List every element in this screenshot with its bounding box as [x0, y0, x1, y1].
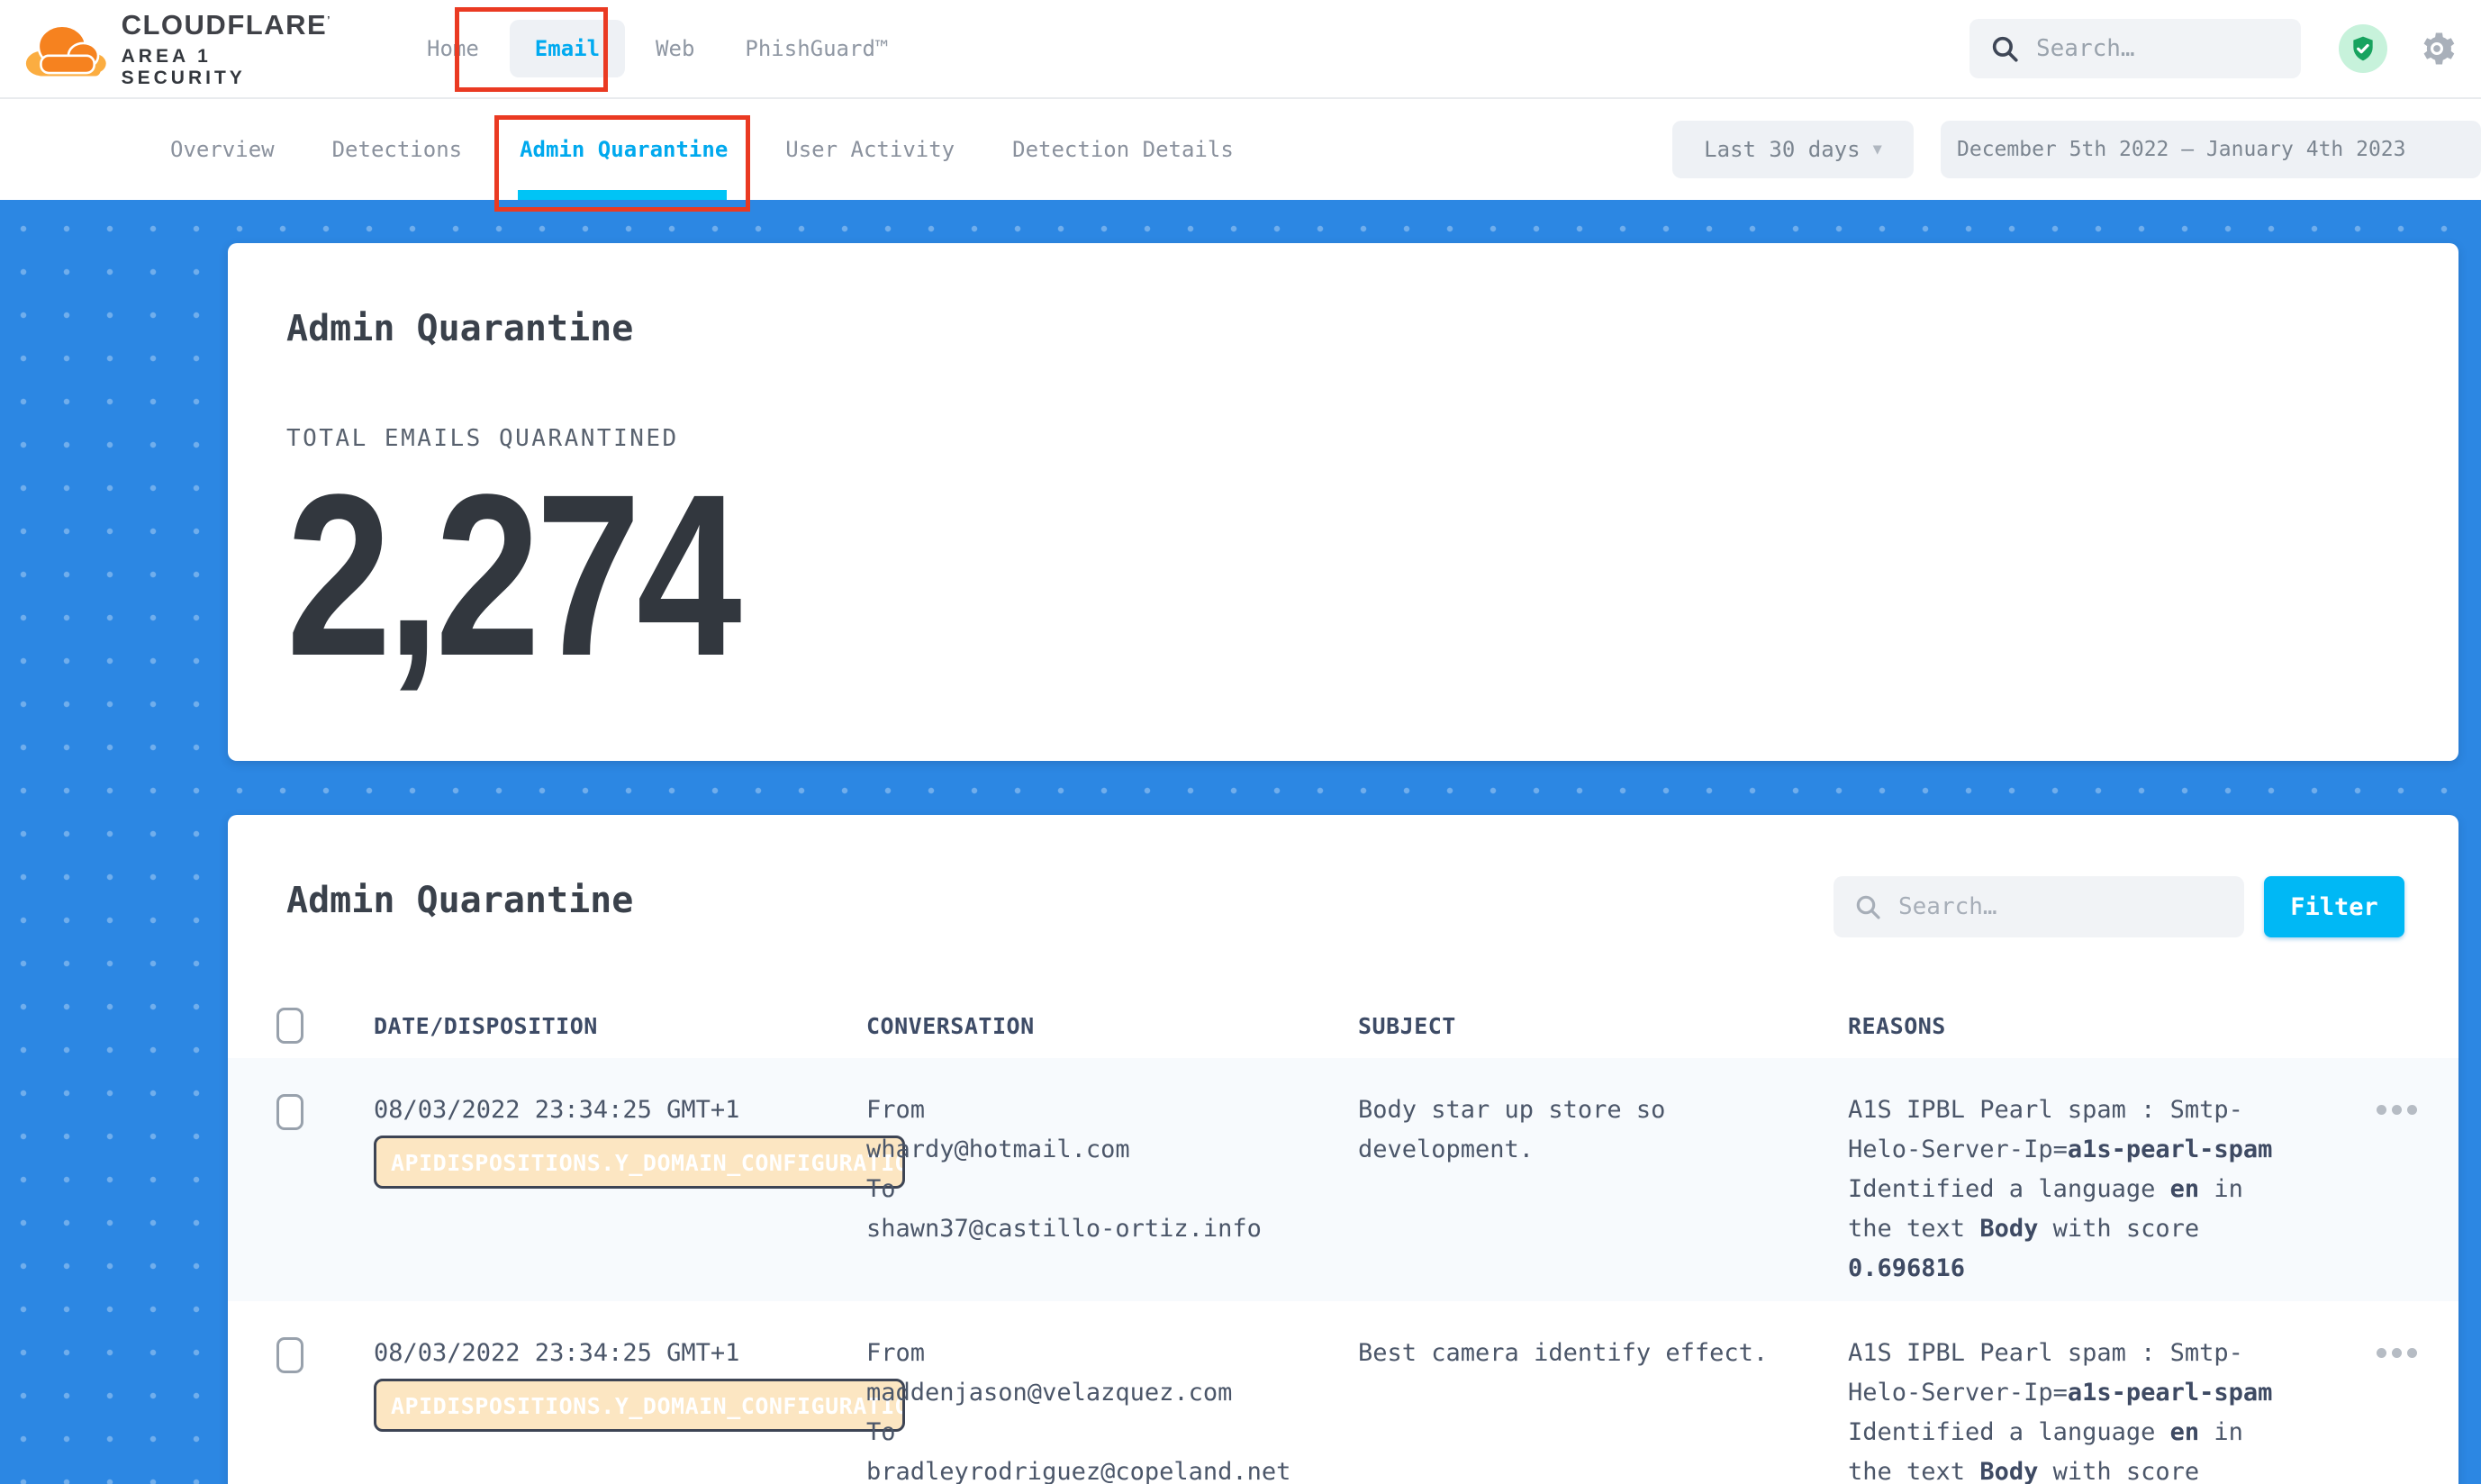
global-search-placeholder: Search…	[2036, 35, 2135, 62]
topnav-email[interactable]: Email	[510, 20, 625, 77]
row-subject: Body star up store so development.	[1358, 1090, 1799, 1289]
topnav-web[interactable]: Web	[630, 20, 720, 77]
active-tab-underline	[518, 190, 727, 200]
table-search-input[interactable]: Search…	[1834, 876, 2244, 937]
from-label: From	[866, 1334, 1358, 1373]
table-header-row: DATE/DISPOSITION CONVERSATION SUBJECT RE…	[228, 993, 2458, 1058]
tab-detections[interactable]: Detections	[332, 137, 463, 162]
gear-icon	[2418, 30, 2456, 68]
table-row: 08/03/2022 23:34:25 GMT+1 APIDISPOSITION…	[228, 1301, 2458, 1484]
shield-check-icon	[2349, 34, 2377, 63]
column-header-date: DATE/DISPOSITION	[374, 1013, 866, 1039]
row-date: 08/03/2022 23:34:25 GMT+1	[374, 1334, 866, 1373]
metric-value: 2,274	[286, 468, 738, 683]
date-range-preset-dropdown[interactable]: Last 30 days ▼	[1672, 121, 1914, 178]
search-icon	[1853, 892, 1882, 921]
email-section-tabs: Overview Detections Admin Quarantine Use…	[0, 99, 2481, 200]
from-address: whardy@hotmail.com	[866, 1130, 1358, 1170]
table-row: 08/03/2022 23:34:25 GMT+1 APIDISPOSITION…	[228, 1058, 2458, 1301]
disposition-badge: APIDISPOSITIONS.Y_DOMAIN_CONFIGURATION	[374, 1136, 905, 1189]
row-date: 08/03/2022 23:34:25 GMT+1	[374, 1090, 866, 1130]
table-card-title: Admin Quarantine	[286, 880, 633, 921]
page-background: Admin Quarantine TOTAL EMAILS QUARANTINE…	[0, 200, 2481, 1484]
row-actions-menu-icon[interactable]	[2377, 1348, 2417, 1359]
quarantine-table-card: Admin Quarantine Search… Filter DATE/DIS…	[228, 815, 2458, 1484]
column-header-subject: SUBJECT	[1358, 1013, 1848, 1039]
top-navigation: Home Email Web PhishGuard™	[402, 20, 913, 77]
table-body: 08/03/2022 23:34:25 GMT+1 APIDISPOSITION…	[228, 1058, 2458, 1484]
tab-user-activity[interactable]: User Activity	[785, 137, 955, 162]
to-label: To	[866, 1413, 1358, 1452]
brand-name: CLOUDFLARE’	[122, 9, 331, 41]
row-checkbox[interactable]	[276, 1094, 303, 1130]
cloudflare-cloud-icon	[25, 15, 107, 82]
search-icon	[1989, 33, 2020, 64]
topnav-home[interactable]: Home	[402, 20, 504, 77]
to-address: shawn37@castillo-ortiz.info	[866, 1209, 1358, 1249]
filter-button[interactable]: Filter	[2264, 876, 2404, 937]
row-reasons: A1S IPBL Pearl spam : Smtp-Helo-Server-I…	[1848, 1090, 2285, 1289]
date-range-display[interactable]: December 5th 2022 — January 4th 2023	[1941, 121, 2481, 178]
column-header-reasons: REASONS	[1848, 1013, 2334, 1039]
to-address: bradleyrodriguez@copeland.net	[866, 1452, 1358, 1484]
tab-detection-details[interactable]: Detection Details	[1012, 137, 1234, 162]
disposition-badge: APIDISPOSITIONS.Y_DOMAIN_CONFIGURATION	[374, 1379, 905, 1432]
select-all-checkbox[interactable]	[276, 1008, 303, 1044]
quarantine-summary-card: Admin Quarantine TOTAL EMAILS QUARANTINE…	[228, 243, 2458, 761]
table-search-placeholder: Search…	[1898, 893, 1997, 920]
from-label: From	[866, 1090, 1358, 1130]
from-address: maddenjason@velazquez.com	[866, 1373, 1358, 1413]
to-label: To	[866, 1170, 1358, 1209]
brand-tagline: AREA 1 SECURITY	[122, 46, 331, 89]
row-actions-menu-icon[interactable]	[2377, 1105, 2417, 1116]
account-status-badge[interactable]	[2339, 24, 2387, 73]
global-search-input[interactable]: Search…	[1969, 19, 2301, 78]
column-header-conversation: CONVERSATION	[866, 1013, 1358, 1039]
row-conversation: From maddenjason@velazquez.com To bradle…	[866, 1334, 1358, 1484]
row-checkbox[interactable]	[276, 1337, 303, 1373]
chevron-down-icon: ▼	[1873, 140, 1882, 158]
top-bar: CLOUDFLARE’ AREA 1 SECURITY Home Email W…	[0, 0, 2481, 99]
tab-overview[interactable]: Overview	[170, 137, 275, 162]
date-range-preset-label: Last 30 days	[1704, 137, 1860, 162]
tab-admin-quarantine[interactable]: Admin Quarantine	[520, 137, 728, 162]
settings-button[interactable]	[2418, 30, 2456, 68]
cloudflare-logo: CLOUDFLARE’ AREA 1 SECURITY	[25, 9, 331, 89]
summary-card-title: Admin Quarantine	[286, 308, 2400, 349]
row-reasons: A1S IPBL Pearl spam : Smtp-Helo-Server-I…	[1848, 1334, 2285, 1484]
row-conversation: From whardy@hotmail.com To shawn37@casti…	[866, 1090, 1358, 1289]
row-subject: Best camera identify effect.	[1358, 1334, 1799, 1484]
topnav-phishguard[interactable]: PhishGuard™	[720, 20, 913, 77]
